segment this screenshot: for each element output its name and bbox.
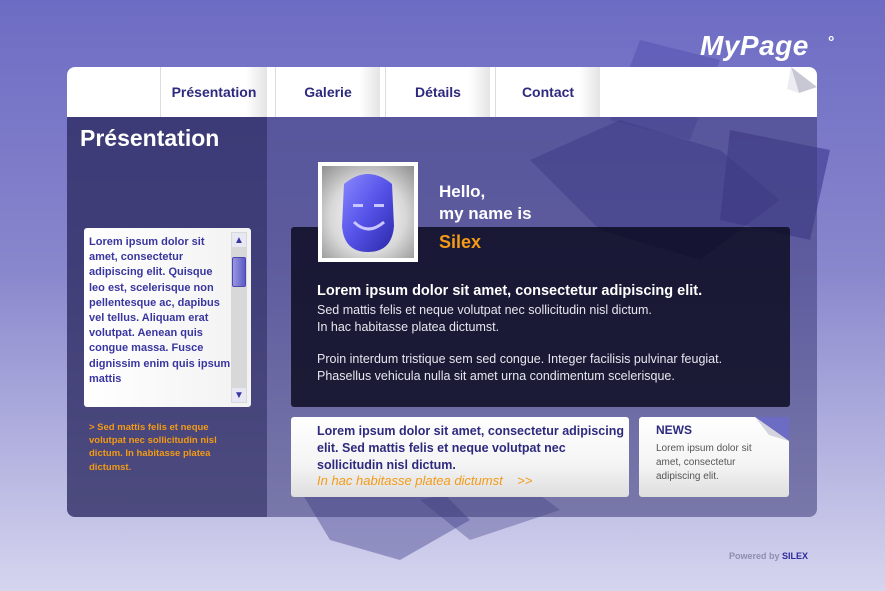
scrollbar[interactable]: ▲ ▼: [231, 232, 247, 403]
powered-by: Powered by SILEX: [729, 551, 808, 561]
tab-details[interactable]: Détails: [385, 67, 490, 117]
powered-by-brand[interactable]: SILEX: [782, 551, 808, 561]
content-heading: Lorem ipsum dolor sit amet, consectetur …: [317, 283, 703, 299]
main-panel: Présentation Galerie Détails Contact Pré…: [67, 67, 817, 517]
greeting-line-1: Hello,: [439, 182, 486, 201]
sidebar-link[interactable]: > Sed mattis felis et neque volutpat nec…: [89, 421, 239, 474]
site-logo[interactable]: MyPage: [700, 30, 809, 62]
info-card-link[interactable]: In hac habitasse platea dictumst >>: [317, 473, 532, 488]
page-title: Présentation: [80, 125, 220, 151]
scroll-text: Lorem ipsum dolor sit amet, consectetur …: [89, 236, 231, 385]
info-card-text: Lorem ipsum dolor sit amet, consectetur …: [317, 424, 625, 472]
smiley-face-icon: [342, 174, 394, 252]
tab-presentation[interactable]: Présentation: [160, 67, 267, 117]
logo-mark: °: [828, 34, 835, 51]
content-paragraph-1-line-2: In hac habitasse platea dictumst.: [317, 320, 500, 334]
content-paragraph-1-line-1: Sed mattis felis et neque volutpat nec s…: [317, 303, 652, 317]
greeting: Hello, my name is: [439, 181, 532, 225]
scrollable-text-box[interactable]: Lorem ipsum dolor sit amet, consectetur …: [84, 228, 251, 407]
news-body: Lorem ipsum dolor sit amet, consectetur …: [656, 443, 752, 482]
scroll-thumb[interactable]: [232, 257, 246, 287]
tab-galerie[interactable]: Galerie: [275, 67, 380, 117]
scroll-down-icon[interactable]: ▼: [232, 388, 246, 402]
page-curl-icon: [755, 417, 789, 441]
scroll-up-icon[interactable]: ▲: [232, 233, 246, 247]
news-card: NEWS Lorem ipsum dolor sit amet, consect…: [639, 417, 789, 497]
powered-by-label: Powered by: [729, 551, 780, 561]
content-paragraph-2-line-2: Phasellus vehicula nulla sit amet urna c…: [317, 369, 675, 383]
nav-bar: Présentation Galerie Détails Contact: [67, 67, 817, 117]
tab-contact[interactable]: Contact: [495, 67, 600, 117]
news-title: NEWS: [656, 423, 692, 437]
page-curl-icon: [769, 67, 817, 117]
avatar: [318, 162, 418, 262]
profile-name: Silex: [439, 232, 482, 252]
greeting-line-2: my name is: [439, 204, 532, 223]
info-card: Lorem ipsum dolor sit amet, consectetur …: [291, 417, 629, 497]
avatar-image: [322, 166, 414, 258]
content-paragraph-2-line-1: Proin interdum tristique sem sed congue.…: [317, 352, 723, 366]
